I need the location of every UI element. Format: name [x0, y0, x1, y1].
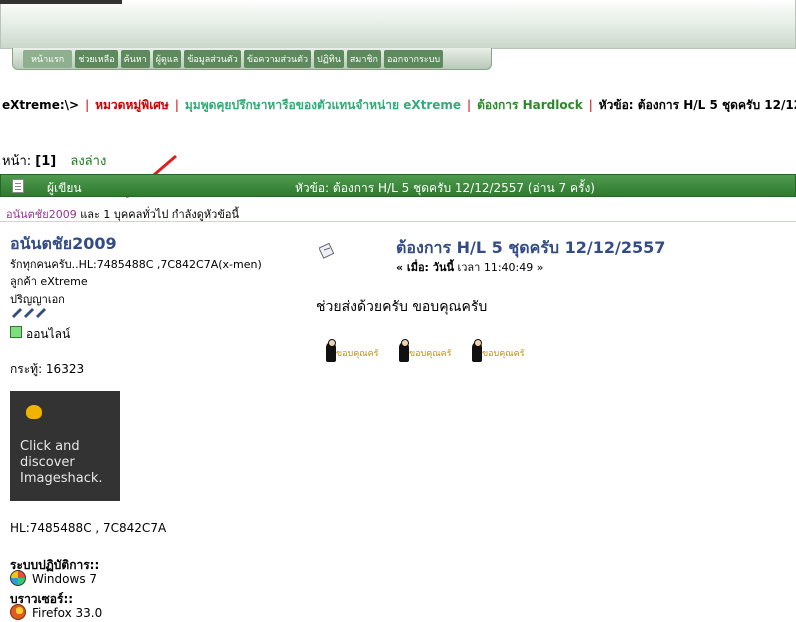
- thanks-text: ขอบคุณครั: [482, 349, 525, 359]
- rank-stars-icon: [10, 306, 50, 321]
- document-icon: [12, 179, 24, 193]
- topic-column-header: หัวข้อ: ต้องการ H/L 5 ชุดครับ 12/12/2557…: [295, 181, 595, 195]
- post-date-time: เวลา 11:40:49 »: [454, 261, 544, 274]
- breadcrumb-root[interactable]: eXtreme:\>: [2, 98, 79, 112]
- thanks-text: ขอบคุณครั: [409, 349, 452, 359]
- post-body: ช่วยส่งด้วยครับ ขอบคุณครับ: [316, 299, 488, 315]
- breadcrumb-separator: |: [588, 98, 593, 112]
- nav-members[interactable]: สมาชิก: [346, 49, 381, 68]
- author-group: ลูกค้า eXtreme: [10, 275, 88, 288]
- breadcrumb-board[interactable]: มุมพูดคุยปรึกษาหารือของตัวแทนจำหน่าย eXt…: [185, 98, 461, 112]
- viewer-rest-text: และ 1 บุคคลทั่วไป กำลังดูหัวข้อนี้: [76, 208, 239, 221]
- breadcrumb-separator: |: [467, 98, 472, 112]
- pagination: หน้า: [1] ลงล่าง: [2, 150, 106, 171]
- forum-header-banner: [0, 0, 796, 49]
- thread-header-bar: ผู้เขียน หัวข้อ: ต้องการ H/L 5 ชุดครับ 1…: [0, 174, 796, 197]
- nav-help[interactable]: ช่วยเหลือ: [75, 49, 118, 68]
- breadcrumb-separator: |: [174, 98, 179, 112]
- nav-admin[interactable]: ผู้ดูแล: [152, 49, 182, 68]
- imageshack-banner[interactable]: Click and discover Imageshack.: [10, 391, 120, 501]
- thanks-emoticon: ขอบคุณครั: [320, 339, 386, 364]
- nav-messages[interactable]: ข้อความส่วนตัว: [243, 49, 312, 68]
- thanks-emoticon: ขอบคุณครั: [466, 339, 532, 364]
- post-date: « เมื่อ: วันนี้ เวลา 11:40:49 »: [396, 258, 543, 276]
- signature-hl: HL:7485488C , 7C842C7A: [10, 521, 167, 535]
- nav-search[interactable]: ค้นหา: [120, 49, 150, 68]
- author-username[interactable]: อนันตชัย2009: [10, 232, 117, 257]
- post-date-day: วันนี้: [432, 261, 454, 274]
- breadcrumb-category[interactable]: หมวดหมู่พิเศษ: [95, 98, 169, 112]
- os-value: Windows 7: [32, 572, 98, 586]
- breadcrumb: eXtreme:\> | หมวดหมู่พิเศษ | มุมพูดคุยปรึกษา…: [2, 96, 796, 112]
- nav-calendar[interactable]: ปฏิทิน: [314, 49, 344, 68]
- main-nav: หน้าแรก ช่วยเหลือ ค้นหา ผู้ดูแล ข้อมูลส่…: [12, 48, 492, 70]
- thanks-emoticon: ขอบคุณครั: [393, 339, 459, 364]
- author-post-count: กระทู้: 16323: [10, 362, 85, 376]
- nav-logout[interactable]: ออกจากระบบ: [383, 49, 444, 68]
- breadcrumb-topic: หัวข้อ: ต้องการ H/L 5 ชุดครับ 12/12/2557: [598, 98, 796, 112]
- viewers-line: อนันตชัย2009 และ 1 บุคคลทั่วไป กำลังดูหั…: [0, 200, 796, 222]
- thanks-figure-icon: [472, 339, 482, 362]
- nav-home[interactable]: หน้าแรก: [23, 49, 73, 68]
- thanks-figure-icon: [326, 339, 336, 362]
- online-status-icon: [10, 326, 22, 338]
- browser-value: Firefox 33.0: [32, 606, 103, 620]
- author-status: ออนไลน์: [26, 327, 71, 341]
- breadcrumb-subboard[interactable]: ต้องการ Hardlock: [477, 98, 583, 112]
- nav-profile[interactable]: ข้อมูลส่วนตัว: [184, 49, 241, 68]
- thanks-figure-icon: [399, 339, 409, 362]
- page-current: [1]: [35, 154, 57, 169]
- go-bottom-link[interactable]: ลงล่าง: [70, 154, 106, 169]
- windows-icon: [10, 570, 26, 586]
- viewer-user-link[interactable]: อนันตชัย2009: [6, 208, 77, 221]
- post-xx-icon: [319, 243, 335, 259]
- breadcrumb-separator: |: [85, 98, 90, 112]
- page-label: หน้า:: [2, 154, 32, 169]
- banner-text: Click and discover Imageshack.: [20, 439, 103, 486]
- post-date-prefix: « เมื่อ:: [396, 261, 433, 274]
- header-dark-strip: [0, 0, 122, 4]
- firefox-icon: [10, 604, 26, 620]
- author-column-header: ผู้เขียน: [47, 181, 82, 195]
- thanks-text: ขอบคุณครั: [336, 349, 379, 359]
- author-tagline: รักทุกคนครับ..HL:7485488C ,7C842C7A(x-me…: [10, 258, 262, 271]
- frog-logo-icon: [26, 405, 42, 419]
